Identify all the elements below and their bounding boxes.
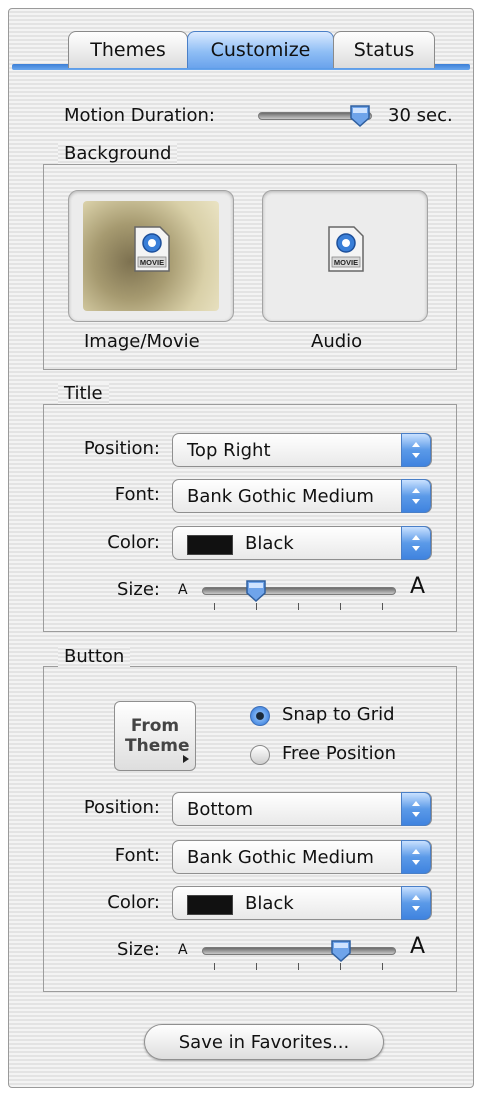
image-movie-label: Image/Movie — [84, 331, 200, 352]
button-size-small-a: A — [178, 942, 188, 958]
free-position-label: Free Position — [282, 743, 397, 764]
title-group-title: Title — [58, 383, 109, 404]
button-font-value: Bank Gothic Medium — [187, 847, 374, 868]
popup-arrows-icon — [401, 433, 431, 467]
button-position-value: Bottom — [187, 799, 254, 820]
image-movie-well[interactable]: MOVIE — [68, 190, 234, 322]
button-color-label: Color: — [107, 892, 160, 913]
tab-themes[interactable]: Themes — [68, 31, 188, 68]
title-font-value: Bank Gothic Medium — [187, 486, 374, 507]
tab-status[interactable]: Status — [333, 31, 435, 68]
button-position-popup[interactable]: Bottom — [172, 792, 432, 826]
title-position-popup[interactable]: Top Right — [172, 433, 432, 467]
title-color-value: Black — [245, 533, 294, 554]
audio-icon-text: MOVIE — [334, 258, 358, 267]
snap-to-grid-radio[interactable] — [250, 706, 270, 726]
save-in-favorites-button[interactable]: Save in Favorites... — [144, 1024, 384, 1060]
button-font-popup[interactable]: Bank Gothic Medium — [172, 840, 432, 874]
popup-arrows-icon — [401, 886, 431, 920]
button-size-slider-track[interactable] — [202, 947, 396, 955]
button-color-swatch — [187, 895, 233, 915]
button-color-popup[interactable]: Black — [172, 886, 432, 920]
popup-arrows-icon — [401, 840, 431, 874]
disclosure-arrow-icon — [183, 755, 189, 763]
popup-arrows-icon — [401, 526, 431, 560]
button-size-large-a: A — [410, 934, 426, 959]
tab-customize[interactable]: Customize — [187, 31, 334, 68]
title-color-swatch — [187, 535, 233, 555]
audio-well[interactable]: MOVIE — [262, 190, 428, 322]
popup-arrows-icon — [401, 792, 431, 826]
from-theme-label: From Theme — [125, 716, 190, 756]
snap-to-grid-label: Snap to Grid — [282, 704, 395, 725]
title-font-popup[interactable]: Bank Gothic Medium — [172, 479, 432, 513]
title-size-slider-thumb[interactable] — [245, 579, 267, 603]
audio-file-icon: MOVIE — [328, 226, 364, 272]
title-size-slider-track[interactable] — [202, 587, 396, 595]
background-group-title: Background — [58, 143, 178, 164]
button-group-title: Button — [58, 646, 131, 667]
title-position-value: Top Right — [187, 440, 271, 461]
audio-label: Audio — [311, 331, 363, 352]
title-color-label: Color: — [107, 532, 160, 553]
motion-duration-value: 30 sec. — [388, 105, 453, 126]
title-position-label: Position: — [83, 438, 160, 459]
title-size-label: Size: — [116, 579, 160, 600]
button-size-label: Size: — [116, 939, 160, 960]
button-size-slider-thumb[interactable] — [330, 939, 352, 963]
title-font-label: Font: — [114, 484, 160, 505]
motion-duration-slider-thumb[interactable] — [349, 104, 371, 128]
movie-file-icon: MOVIE — [134, 226, 170, 272]
tab-bar: Themes Customize Status — [68, 31, 435, 68]
title-color-popup[interactable]: Black — [172, 526, 432, 560]
button-font-label: Font: — [114, 845, 160, 866]
title-size-large-a: A — [410, 574, 426, 599]
from-theme-button[interactable]: From Theme — [114, 701, 196, 771]
button-position-label: Position: — [83, 797, 160, 818]
button-color-value: Black — [245, 893, 294, 914]
title-size-small-a: A — [178, 582, 188, 598]
motion-duration-label: Motion Duration: — [64, 105, 215, 126]
popup-arrows-icon — [401, 479, 431, 513]
movie-icon-text: MOVIE — [140, 258, 164, 267]
free-position-radio[interactable] — [250, 745, 270, 765]
